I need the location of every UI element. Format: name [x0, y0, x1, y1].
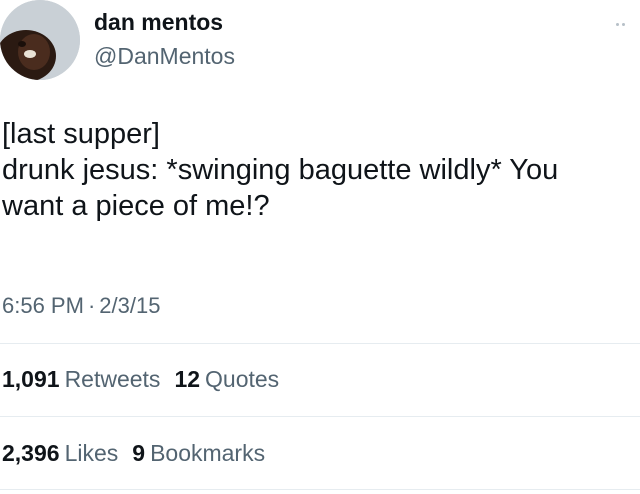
quotes-label: Quotes: [205, 366, 280, 392]
divider: [0, 343, 640, 344]
quotes-stat[interactable]: 12 Quotes: [174, 364, 279, 394]
retweets-stat[interactable]: 1,091 Retweets: [2, 364, 160, 394]
bookmarks-label: Bookmarks: [150, 440, 266, 466]
avatar[interactable]: [0, 0, 80, 80]
likes-stat[interactable]: 2,396 Likes: [2, 438, 118, 468]
tweet-text-line: [last supper]: [2, 118, 160, 150]
tweet-text-line: drunk jesus: *swinging baguette wildly* …: [2, 154, 559, 186]
tweet-time: 6:56 PM: [2, 293, 84, 318]
timestamp-separator: ·: [87, 293, 96, 318]
retweets-label: Retweets: [64, 366, 161, 392]
engagement-row-1: 1,091 Retweets 12 Quotes: [2, 364, 293, 394]
likes-label: Likes: [64, 440, 119, 466]
divider: [0, 489, 640, 490]
tweet-card: dan mentos @DanMentos [last supper] drun…: [0, 0, 640, 494]
bookmarks-count: 9: [132, 440, 146, 466]
user-handle[interactable]: @DanMentos: [94, 41, 235, 71]
more-dot: [615, 22, 619, 26]
tweet-timestamp[interactable]: 6:56 PM · 2/3/15: [2, 292, 160, 320]
avatar-photo: [0, 0, 80, 80]
tweet-text: [last supper] drunk jesus: *swinging bag…: [2, 116, 622, 224]
author-info: dan mentos @DanMentos: [94, 8, 235, 71]
quotes-count: 12: [174, 366, 201, 392]
divider: [0, 416, 640, 417]
display-name[interactable]: dan mentos: [94, 8, 235, 36]
tweet-date: 2/3/15: [99, 293, 161, 318]
engagement-row-2: 2,396 Likes 9 Bookmarks: [2, 438, 279, 468]
more-options-icon[interactable]: [608, 14, 632, 34]
more-dot: [621, 22, 625, 26]
likes-count: 2,396: [2, 440, 60, 466]
bookmarks-stat[interactable]: 9 Bookmarks: [132, 438, 265, 468]
tweet-text-line: want a piece of me!?: [2, 190, 270, 222]
retweets-count: 1,091: [2, 366, 60, 392]
